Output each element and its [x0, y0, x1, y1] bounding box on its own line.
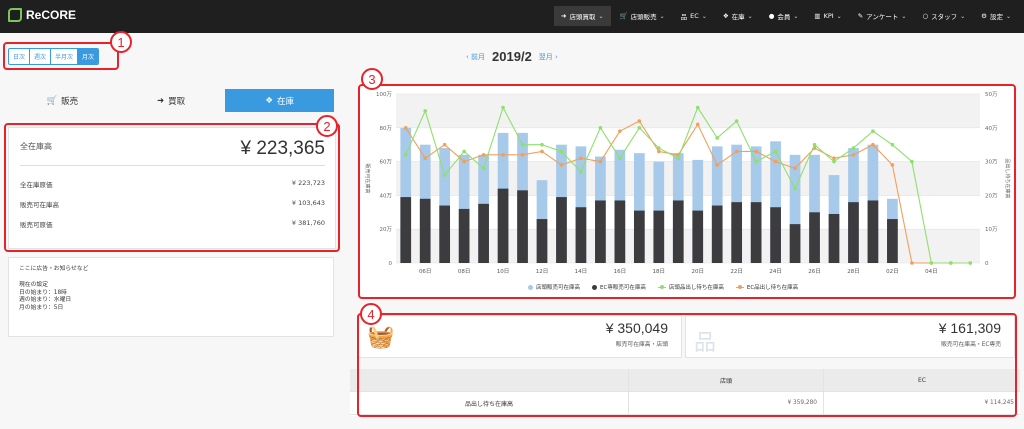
nav-item-store-sales[interactable]: 🛒 店頭販売 ⌄ — [613, 6, 672, 26]
annotation-box-3 — [358, 84, 1016, 299]
mode-tabs: 🛒 販売 ➜ 買取 ❖ 在庫 — [8, 89, 335, 112]
nav-item-survey[interactable]: ✎ アンケート ⌄ — [851, 6, 914, 26]
settings-heading: 現在の設定 — [19, 281, 48, 288]
prev-month-link[interactable]: ‹ 前月 — [466, 52, 485, 62]
chevron-down-icon: ⌄ — [1005, 12, 1011, 20]
cart-icon: 🛒 — [619, 12, 628, 20]
month-navigator: ‹ 前月 2019/2 翌月 › — [466, 49, 558, 64]
main-nav: ➜ 店頭買取 ⌄ 🛒 店頭販売 ⌄ 品 EC ⌄ ❖ 在庫 ⌄ ● 会員 ⌄ ▥ KPI ⌄ ✎ アンケー… — [554, 6, 1018, 26]
annotation-box-1 — [3, 42, 119, 70]
nav-item-ec[interactable]: 品 EC ⌄ — [674, 6, 714, 26]
chevron-down-icon: ⌄ — [836, 12, 842, 20]
cubes-icon: ❖ — [722, 12, 729, 20]
logo-text: ReCORE — [26, 8, 77, 22]
chevron-down-icon: ⌄ — [701, 12, 707, 20]
gear-icon: ⚙ — [981, 12, 987, 20]
bar-chart-icon: ▥ — [814, 12, 821, 20]
annotation-marker-1: 1 — [110, 31, 132, 53]
user-icon: ● — [768, 12, 775, 20]
sign-in-icon: ➜ — [561, 12, 567, 20]
settings-month-start: 月の始まり：5日 — [19, 305, 64, 312]
chevron-down-icon: ⌄ — [598, 12, 604, 20]
leaf-logo-icon — [8, 8, 22, 22]
nav-item-store-buy[interactable]: ➜ 店頭買取 ⌄ — [554, 6, 611, 26]
nav-item-kpi[interactable]: ▥ KPI ⌄ — [807, 6, 848, 26]
cubes-icon: ❖ — [265, 95, 273, 106]
chevron-down-icon: ⌄ — [659, 12, 665, 20]
chevron-down-icon: ⌄ — [747, 12, 753, 20]
nav-item-stock[interactable]: ❖ 在庫 ⌄ — [716, 6, 760, 26]
user-outline-icon: ○ — [922, 12, 929, 20]
annotation-box-2 — [4, 123, 340, 252]
month-title: 2019/2 — [492, 49, 532, 64]
edit-icon: ✎ — [857, 12, 864, 20]
cart-icon: 🛒 — [46, 95, 58, 106]
tab-sales[interactable]: 🛒 販売 — [8, 89, 117, 112]
annotation-marker-3: 3 — [361, 68, 383, 90]
sign-in-icon: ➜ — [156, 95, 165, 106]
settings-week-start: 週の始まり：水曜日 — [19, 297, 72, 304]
notice-text: ここに広告・お知らせなど — [19, 266, 89, 272]
chevron-down-icon: ⌄ — [901, 12, 907, 20]
sitemap-icon: 品 — [680, 13, 688, 21]
notice-panel: ここに広告・お知らせなど 現在の設定 日の始まり：18時 週の始まり：水曜日 月… — [8, 257, 334, 337]
annotation-marker-2: 2 — [316, 115, 338, 137]
tab-purchase[interactable]: ➜ 買取 — [117, 89, 226, 112]
annotation-box-4 — [357, 313, 1017, 417]
chevron-down-icon: ⌄ — [793, 12, 799, 20]
nav-item-member[interactable]: ● 会員 ⌄ — [762, 6, 806, 26]
nav-item-settings[interactable]: ⚙ 設定 ⌄ — [974, 6, 1018, 26]
tab-stock[interactable]: ❖ 在庫 — [225, 89, 335, 112]
annotation-marker-4: 4 — [360, 303, 382, 325]
next-month-link[interactable]: 翌月 › — [539, 52, 558, 62]
recore-logo[interactable]: ReCORE — [8, 8, 76, 22]
nav-item-staff[interactable]: ○ スタッフ ⌄ — [915, 6, 972, 26]
top-navbar: ReCORE ➜ 店頭買取 ⌄ 🛒 店頭販売 ⌄ 品 EC ⌄ ❖ 在庫 ⌄ ● 会員 ⌄ ▥ KPI… — [0, 0, 1024, 33]
chevron-down-icon: ⌄ — [960, 12, 966, 20]
